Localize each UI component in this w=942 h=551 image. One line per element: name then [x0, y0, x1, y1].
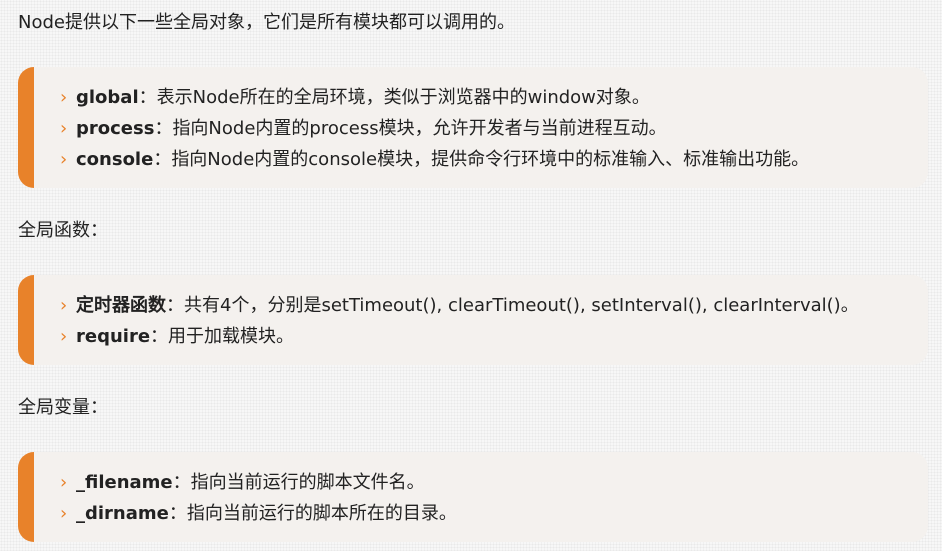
- item-description: 指向当前运行的脚本文件名。: [190, 472, 425, 493]
- item-key: _dirname: [76, 503, 169, 524]
- chevron-right-icon: ›: [60, 472, 68, 493]
- item-separator: ：: [168, 503, 187, 524]
- article: Node提供以下一些全局对象，它们是所有模块都可以调用的。 › global：表…: [0, 0, 942, 551]
- item-key: global: [76, 87, 139, 108]
- item-separator: ：: [150, 326, 169, 347]
- item-separator: ：: [166, 295, 184, 316]
- global-variables-callout: › _filename：指向当前运行的脚本文件名。 › _dirname：指向当…: [18, 452, 928, 542]
- functions-heading: 全局函数：: [18, 220, 108, 241]
- item-key: _filename: [76, 472, 173, 493]
- item-description: 指向Node内置的console模块，提供命令行环境中的标准输入、标准输出功能。: [171, 149, 810, 170]
- item-separator: ：: [138, 87, 157, 108]
- list-item-timers: › 定时器函数：共有4个，分别是setTimeout(), clearTimeo…: [60, 290, 928, 321]
- item-description: 指向当前运行的脚本所在的目录。: [186, 503, 457, 524]
- chevron-right-icon: ›: [60, 295, 68, 316]
- variables-heading: 全局变量：: [18, 397, 108, 418]
- item-key: require: [76, 326, 151, 347]
- item-separator: ：: [154, 118, 173, 139]
- global-functions-callout: › 定时器函数：共有4个，分别是setTimeout(), clearTimeo…: [18, 275, 928, 365]
- intro-paragraph: Node提供以下一些全局对象，它们是所有模块都可以调用的。: [18, 12, 515, 33]
- list-item-filename: › _filename：指向当前运行的脚本文件名。: [60, 467, 928, 498]
- item-description: 表示Node所在的全局环境，类似于浏览器中的window对象。: [156, 87, 650, 108]
- item-key: 定时器函数: [76, 295, 166, 316]
- list-item-require: › require：用于加载模块。: [60, 321, 928, 352]
- global-objects-callout: › global：表示Node所在的全局环境，类似于浏览器中的window对象。…: [18, 67, 928, 188]
- list-item-process: › process：指向Node内置的process模块，允许开发者与当前进程互…: [60, 113, 928, 144]
- chevron-right-icon: ›: [60, 326, 68, 347]
- item-key: process: [76, 118, 155, 139]
- item-key: console: [76, 149, 154, 170]
- chevron-right-icon: ›: [60, 149, 68, 170]
- item-separator: ：: [153, 149, 172, 170]
- item-description: 共有4个，分别是setTimeout(), clearTimeout(), se…: [184, 295, 859, 316]
- chevron-right-icon: ›: [60, 87, 68, 108]
- chevron-right-icon: ›: [60, 503, 68, 524]
- item-description: 用于加载模块。: [168, 326, 295, 347]
- list-item-dirname: › _dirname：指向当前运行的脚本所在的目录。: [60, 498, 928, 529]
- list-item-console: › console：指向Node内置的console模块，提供命令行环境中的标准…: [60, 144, 928, 175]
- item-description: 指向Node内置的process模块，允许开发者与当前进程互动。: [172, 118, 667, 139]
- item-separator: ：: [172, 472, 191, 493]
- chevron-right-icon: ›: [60, 118, 68, 139]
- list-item-global: › global：表示Node所在的全局环境，类似于浏览器中的window对象。: [60, 82, 928, 113]
